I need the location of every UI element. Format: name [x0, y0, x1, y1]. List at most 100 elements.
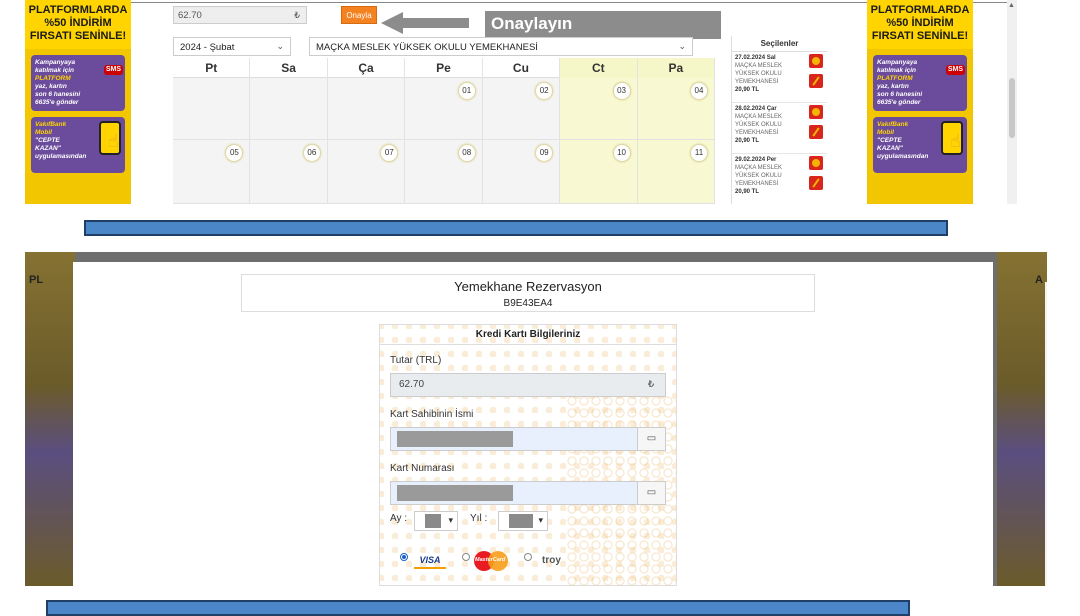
day-number[interactable]: 08	[457, 144, 476, 162]
day-number[interactable]: 02	[535, 82, 554, 100]
ad-text: son 6 hanesini	[35, 91, 81, 98]
holder-label: Kart Sahibinin İsmi	[390, 409, 474, 420]
day-number[interactable]: 05	[225, 144, 244, 162]
separator-bar	[46, 600, 910, 616]
day-number[interactable]: 03	[612, 82, 631, 100]
ad-line: FIRSATI SENİNLE!	[871, 30, 969, 42]
amount-field: 62.70 ₺	[390, 373, 666, 397]
day-number[interactable]: 01	[457, 82, 476, 100]
day-number[interactable]: 11	[690, 144, 708, 162]
scrollbar-thumb[interactable]	[1009, 78, 1015, 138]
chevron-down-icon: ⌄	[678, 41, 686, 51]
remove-icon-button[interactable]	[809, 74, 823, 88]
month-select[interactable]: ▾	[414, 511, 458, 531]
troy-logo: troy	[542, 555, 561, 566]
calendar-cell[interactable]: 09	[482, 140, 561, 204]
month-select[interactable]: 2024 - Şubat ⌄	[173, 37, 291, 56]
confirm-button[interactable]: Onayla	[341, 6, 377, 24]
calendar-cell[interactable]: 01	[405, 78, 483, 140]
ad-text: 6635'e gönder	[877, 99, 921, 106]
ad-headline: PLATFORMLARDA %50 İNDİRİM FIRSATI SENİNL…	[867, 0, 973, 49]
weekday: Pa	[637, 58, 715, 78]
weekday: Sa	[250, 58, 328, 78]
ad-mobile-box: VakıfBank Mobil "CEPTE KAZAN" uygulaması…	[873, 117, 967, 173]
confirm-callout: Onaylayın	[485, 11, 721, 39]
mastercard-text: MasterCard	[475, 557, 506, 563]
calendar-cell	[173, 78, 251, 140]
credit-card-form: Kredi Kartı Bilgileriniz Tutar (TRL) 62.…	[379, 324, 677, 586]
mastercard-radio[interactable]	[462, 553, 470, 561]
amount-value: 62.70	[399, 379, 425, 390]
calendar-cell[interactable]: 08	[405, 140, 483, 204]
lira-icon: ₺	[294, 10, 300, 20]
calendar: Pt Sa Ça Pe Cu Ct Pa 01 02 03 04 05 06 0…	[173, 58, 715, 204]
calendar-cell	[327, 78, 406, 140]
selected-list: Seçilenler 27.02.2024 Sal MAÇKA MESLEK Y…	[731, 36, 827, 204]
calendar-cell	[250, 78, 328, 140]
card-holder-input[interactable]: ▭	[390, 427, 666, 451]
kitchen-select[interactable]: MAÇKA MESLEK YÜKSEK OKULU YEMEKHANESİ ⌄	[309, 37, 693, 56]
calendar-cell[interactable]: 03	[560, 78, 638, 140]
troy-radio[interactable]	[524, 553, 532, 561]
redacted-value	[509, 514, 533, 528]
page-scrollbar[interactable]: ▲	[1007, 0, 1017, 204]
arrow-left-icon	[381, 12, 469, 34]
modal-scrollbar[interactable]: ▲ ▼	[1045, 282, 1047, 586]
kitchen-select-value: MAÇKA MESLEK YÜKSEK OKULU YEMEKHANESİ	[316, 42, 538, 53]
calendar-cell[interactable]: 11	[637, 140, 715, 204]
remove-icon-button[interactable]	[809, 176, 823, 190]
day-number[interactable]: 09	[535, 144, 554, 162]
ad-text: PLATFORM	[35, 75, 71, 82]
hand-pointer-icon: ☝	[108, 131, 119, 151]
remove-icon-button[interactable]	[809, 125, 823, 139]
payment-modal: Yemekhane Rezervasyon B9E43EA4 Kredi Kar…	[73, 262, 1047, 586]
stage: PLATFORMLARDA %50 İNDİRİM FIRSATI SENİNL…	[0, 0, 1080, 616]
mastercard-logo: MasterCard	[474, 551, 508, 571]
right-dimmed-ad: A	[997, 252, 1047, 586]
reservation-calendar-screenshot: PLATFORMLARDA %50 İNDİRİM FIRSATI SENİNL…	[25, 0, 1017, 204]
ad-line: PLATFORMLARDA	[28, 4, 128, 16]
chevron-down-icon: ▾	[448, 515, 453, 525]
id-card-icon: ▭	[637, 428, 665, 450]
scroll-up-icon[interactable]: ▲	[1008, 2, 1015, 9]
right-banner-ad[interactable]: PLATFORMLARDA %50 İNDİRİM FIRSATI SENİNL…	[867, 0, 973, 204]
ad-text: A	[1035, 274, 1043, 286]
redacted-value	[397, 431, 513, 447]
calendar-cell[interactable]: 06	[250, 140, 328, 204]
meal-icon-button[interactable]	[809, 54, 823, 68]
calendar-cell[interactable]: 07	[327, 140, 406, 204]
lira-icon: ₺	[647, 379, 655, 390]
amount-field[interactable]: 62.70 ₺	[173, 6, 307, 24]
card-number-input[interactable]: ▭	[390, 481, 666, 505]
calendar-cell[interactable]: 10	[560, 140, 638, 204]
meal-icon-button[interactable]	[809, 156, 823, 170]
visa-radio[interactable]	[400, 553, 408, 561]
visa-logo: VISA	[414, 555, 446, 569]
day-number[interactable]: 06	[302, 144, 321, 162]
payment-screenshot: PL A Yemekhane Rezervasyon B9E43EA4 Kred…	[25, 252, 1047, 586]
year-select[interactable]: ▾	[498, 511, 548, 531]
hand-pointer-icon: ☝	[950, 131, 961, 151]
modal-title: Yemekhane Rezervasyon	[454, 279, 602, 294]
amount-value: 62.70	[178, 10, 202, 21]
separator-bar	[84, 220, 948, 236]
meal-icon-button[interactable]	[809, 105, 823, 119]
calendar-cell[interactable]: 02	[482, 78, 561, 140]
ad-sms-box: Kampanyaya katılmak için PLATFORM yaz, k…	[873, 55, 967, 111]
month-label: Ay :	[390, 513, 408, 524]
left-banner-ad[interactable]: PLATFORMLARDA %50 İNDİRİM FIRSATI SENİNL…	[25, 0, 131, 204]
day-number[interactable]: 10	[612, 144, 631, 162]
weekday: Pt	[173, 58, 251, 78]
day-number[interactable]: 04	[690, 82, 708, 100]
credit-card-icon: ▭	[637, 482, 665, 504]
ad-line: PLATFORMLARDA	[870, 4, 970, 16]
selected-entry: 27.02.2024 Sal MAÇKA MESLEK YÜKSEK OKULU…	[732, 52, 827, 103]
weekday: Ct	[560, 58, 638, 78]
ad-text: yaz, kartın	[877, 83, 909, 90]
month-select-value: 2024 - Şubat	[180, 42, 235, 53]
ad-sms-box: Kampanyaya katılmak için PLATFORM yaz, k…	[31, 55, 125, 111]
calendar-cell[interactable]: 05	[173, 140, 251, 204]
day-number[interactable]: 07	[380, 144, 399, 162]
modal-header: Yemekhane Rezervasyon B9E43EA4	[241, 274, 815, 312]
calendar-cell[interactable]: 04	[637, 78, 715, 140]
